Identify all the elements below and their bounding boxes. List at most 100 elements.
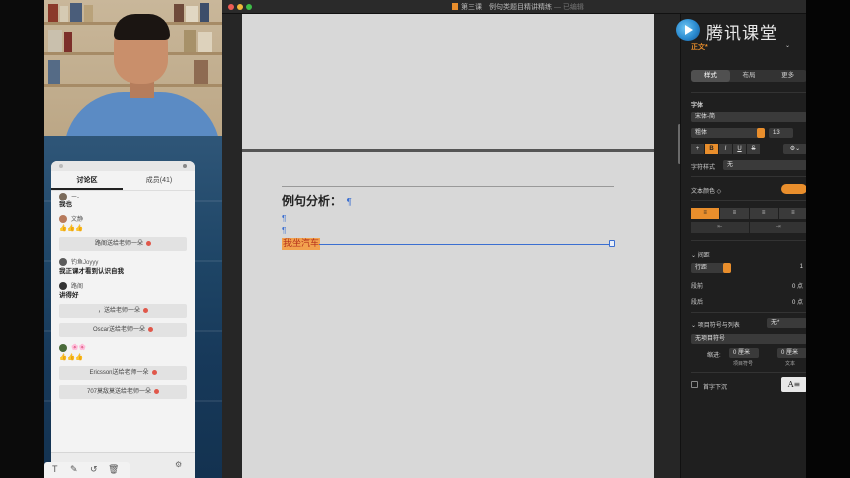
- line-spacing-mode-stepper[interactable]: [723, 263, 731, 273]
- horizontal-rule: [282, 186, 614, 187]
- gift-notice: ，送给老师一朵: [59, 304, 187, 318]
- screen-edge: [806, 0, 850, 478]
- font-weight-stepper[interactable]: [757, 128, 765, 138]
- document-icon: [452, 3, 458, 10]
- avatar: [59, 343, 67, 352]
- chat-message: 路阁 讲得好: [59, 280, 187, 301]
- char-style-select[interactable]: 无: [723, 160, 807, 170]
- close-window-button[interactable]: [228, 4, 234, 10]
- font-family-select[interactable]: 宋体-简: [691, 112, 807, 122]
- italic-button[interactable]: I: [719, 144, 732, 154]
- heading-text: 例句分析：: [282, 194, 343, 208]
- space-after-label: 段后: [691, 300, 704, 306]
- bullet-type-select[interactable]: 无项目符号: [691, 334, 807, 344]
- chat-message-list[interactable]: ー- 我也 文静 👍👍👍 路阁送给老师一朵 钓鱼Joyyy 我正课才看到认识自我…: [51, 191, 195, 406]
- align-justify-button[interactable]: ≡: [778, 208, 807, 219]
- chat-username: 🌸🌸: [71, 345, 86, 351]
- text-tool-icon[interactable]: T: [52, 464, 58, 474]
- indent-buttons: ⇤ ⇥: [691, 222, 807, 233]
- font-section-title: 字体: [691, 103, 704, 109]
- bullets-preset-select[interactable]: 无*: [767, 318, 807, 328]
- decrease-indent-button[interactable]: ⇤: [691, 222, 749, 233]
- line-end-handle[interactable]: [609, 240, 615, 247]
- tab-layout[interactable]: 布局: [730, 70, 769, 82]
- bullets-section-title[interactable]: ⌄ 项目符号与列表: [691, 320, 740, 329]
- avatar: [59, 193, 67, 200]
- pin-dot-icon[interactable]: [183, 164, 187, 168]
- paragraph-heading[interactable]: 例句分析： ¶: [282, 192, 352, 209]
- empty-paragraph[interactable]: ¶: [282, 214, 286, 223]
- divider: [691, 240, 807, 241]
- page-current[interactable]: 例句分析： ¶ ¶ ¶ 我坐汽车: [242, 152, 654, 478]
- pen-tool-icon[interactable]: ✎: [70, 464, 78, 475]
- bold-button[interactable]: B: [705, 144, 718, 154]
- tencent-classroom-logo: 腾讯课堂: [676, 18, 796, 44]
- spacing-section-label: 间距: [697, 253, 710, 259]
- text-indent-caption: 文本: [785, 361, 796, 367]
- chat-message: 钓鱼Joyyy 我正课才看到认识自我: [59, 256, 187, 277]
- alignment-buttons: ≡ ≡ ≡ ≡: [691, 208, 807, 219]
- text-options-button[interactable]: ⚙⌄: [783, 144, 807, 154]
- gift-notice: Oscar送给老师一朵: [59, 323, 187, 337]
- undo-icon[interactable]: ↺: [90, 464, 98, 475]
- gift-text: Oscar送给老师一朵: [92, 327, 145, 333]
- avatar: [59, 214, 67, 223]
- spacing-section-title[interactable]: ⌄ 间距: [691, 250, 710, 259]
- align-left-button[interactable]: ≡: [691, 208, 720, 219]
- underline-button[interactable]: U: [733, 144, 746, 154]
- divider: [691, 92, 807, 93]
- drop-cap-label: 首字下沉: [703, 385, 728, 391]
- gift-text: 707莫敌莫送给老师一朵: [86, 389, 151, 395]
- tab-members[interactable]: 成员(41): [123, 171, 195, 190]
- minimize-window-button[interactable]: [237, 4, 243, 10]
- avatar: [59, 257, 67, 266]
- webcam-video: [44, 0, 222, 136]
- document-window: 第三课 例句类题目精讲精练 — 已编辑 例句分析： ¶ ¶ ¶ 我坐汽车 正文*…: [222, 0, 807, 478]
- screen: { "window": { "title": "第三课 例句类题目精讲精练", …: [0, 0, 850, 478]
- flower-icon: [154, 388, 159, 394]
- settings-icon[interactable]: ⚙: [175, 460, 182, 469]
- inspector-tabs: 样式 布局 更多: [691, 70, 807, 82]
- flower-icon: [143, 307, 148, 313]
- tab-discussion[interactable]: 讨论区: [51, 171, 123, 190]
- align-right-button[interactable]: ≡: [749, 208, 778, 219]
- strikethrough-button[interactable]: S: [747, 144, 760, 154]
- close-dot-icon[interactable]: [59, 164, 63, 168]
- chat-username: 文静: [71, 217, 84, 223]
- align-center-button[interactable]: ≡: [720, 208, 749, 219]
- selected-text[interactable]: 我坐汽车: [282, 238, 321, 250]
- window-titlebar[interactable]: 第三课 例句类题目精讲精练 — 已编辑: [222, 0, 806, 14]
- font-size-field[interactable]: 13: [769, 128, 793, 138]
- bullet-indent-caption: 项目符号: [733, 361, 754, 367]
- text-color-swatch[interactable]: [781, 184, 807, 194]
- tab-style[interactable]: 样式: [691, 70, 730, 82]
- divider: [691, 372, 807, 373]
- empty-paragraph[interactable]: ¶: [282, 226, 286, 235]
- more-format-button[interactable]: +: [691, 144, 704, 154]
- gift-text: ，送给老师一朵: [97, 308, 140, 314]
- chat-message-text: 👍👍👍: [59, 354, 84, 361]
- page-previous[interactable]: [242, 14, 654, 150]
- format-inspector: 正文* ⌄ 样式 布局 更多 字体 宋体-简 粗体 13 + B I U S ⚙…: [680, 14, 807, 478]
- text-indent-field[interactable]: 0 厘米: [777, 348, 807, 358]
- drop-cap-checkbox[interactable]: [691, 381, 698, 388]
- chat-titlebar[interactable]: [51, 161, 195, 171]
- flower-icon: [151, 369, 157, 375]
- space-after-value[interactable]: 0 点: [767, 297, 803, 306]
- document-canvas[interactable]: 例句分析： ¶ ¶ ¶ 我坐汽车: [222, 14, 681, 478]
- line-spacing-value[interactable]: 1: [777, 264, 803, 270]
- chevron-down-icon[interactable]: ⌄: [785, 42, 790, 49]
- font-weight-select[interactable]: 粗体: [691, 128, 765, 138]
- increase-indent-button[interactable]: ⇥: [749, 222, 807, 233]
- space-before-value[interactable]: 0 点: [767, 281, 803, 290]
- tab-more[interactable]: 更多: [768, 70, 807, 82]
- gift-text: Ericsson送给老师一朵: [89, 370, 149, 376]
- chat-tabs: 讨论区 成员(41): [51, 171, 195, 191]
- drop-cap-style-button[interactable]: A≡: [781, 377, 807, 392]
- bullet-indent-field[interactable]: 0 厘米: [729, 348, 759, 358]
- window-title: 第三课 例句类题目精讲精练 — 已编辑: [452, 2, 584, 12]
- chat-username: ー-: [71, 195, 79, 200]
- zoom-window-button[interactable]: [246, 4, 252, 10]
- flower-icon: [146, 240, 151, 246]
- trash-icon[interactable]: 🗑: [108, 464, 119, 475]
